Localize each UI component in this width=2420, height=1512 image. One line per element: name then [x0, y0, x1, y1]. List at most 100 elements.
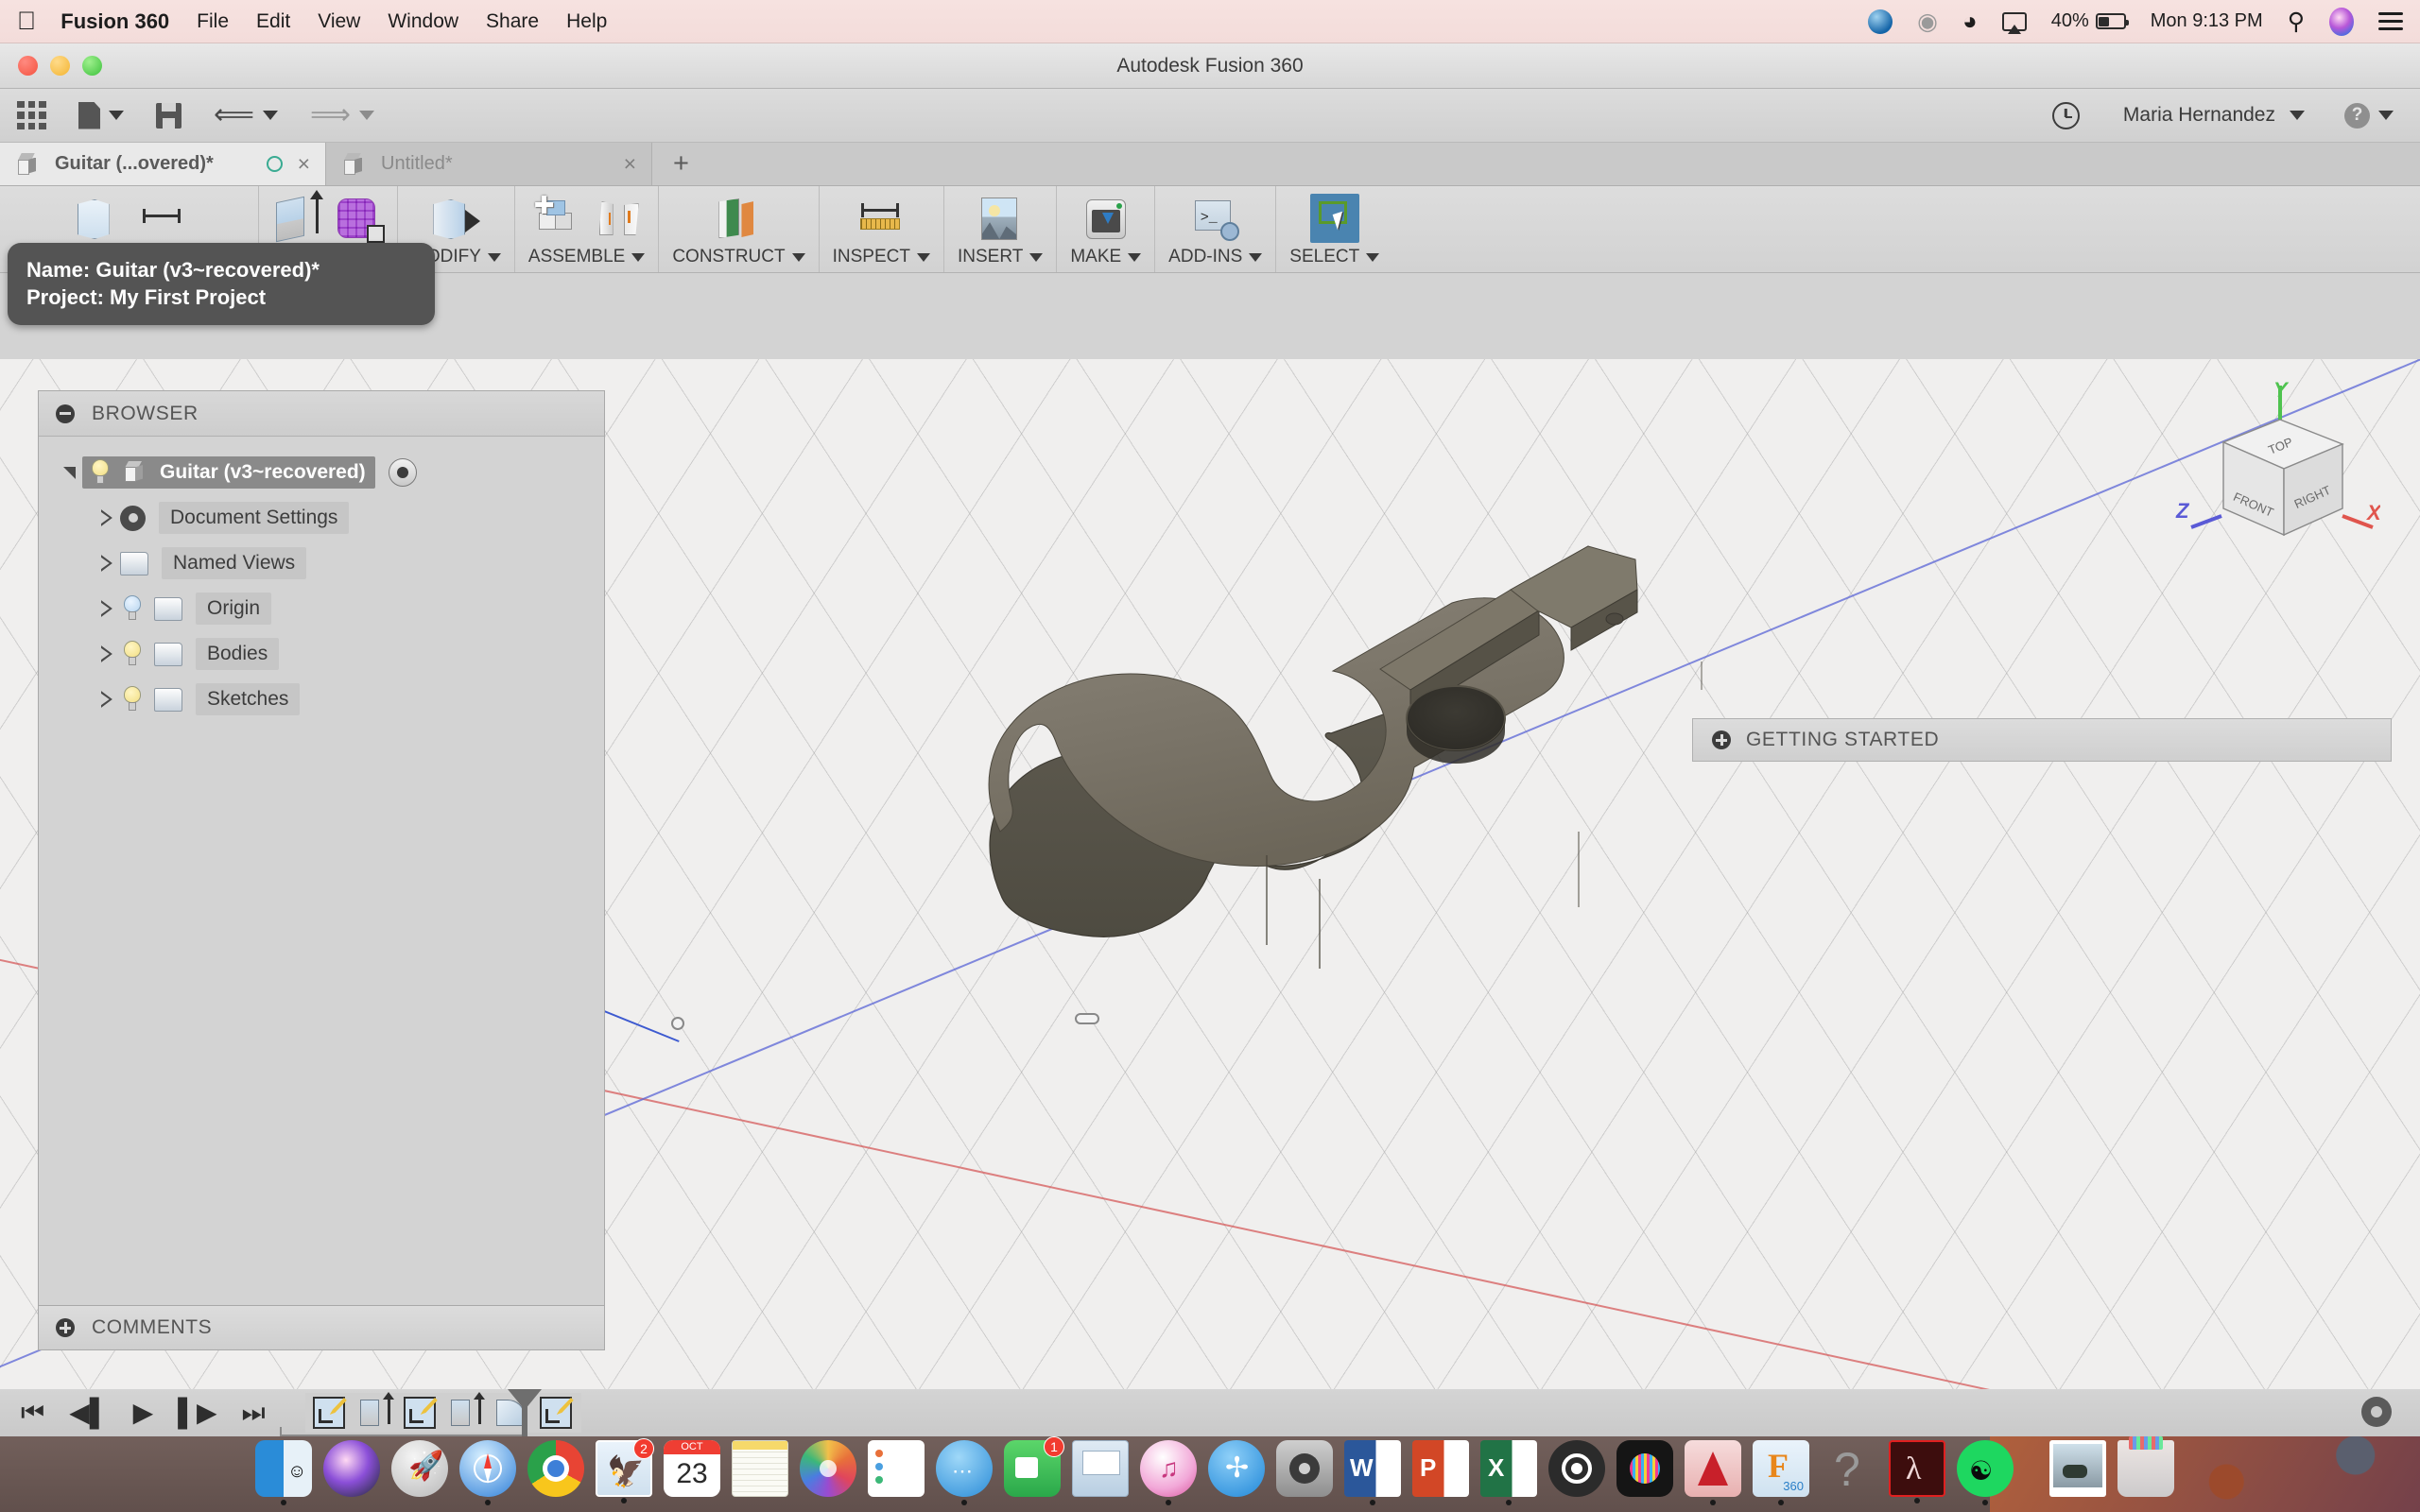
- photos-icon[interactable]: [800, 1440, 856, 1497]
- origin-handle[interactable]: [671, 1017, 684, 1030]
- minus-circle-icon[interactable]: [56, 404, 75, 423]
- timeline-feature-sketch[interactable]: [311, 1396, 349, 1430]
- user-name-label[interactable]: Maria Hernandez: [2123, 104, 2275, 127]
- tree-row-sketches[interactable]: Sketches: [39, 677, 604, 722]
- launchpad-icon[interactable]: 🚀: [391, 1440, 448, 1497]
- chevron-down-icon[interactable]: [1029, 252, 1044, 262]
- light-bulb-icon[interactable]: [120, 594, 145, 623]
- ribbon-label-insert[interactable]: INSERT: [958, 247, 1044, 267]
- menu-item-window[interactable]: Window: [388, 10, 458, 33]
- itunes-icon[interactable]: ♫: [1140, 1440, 1197, 1505]
- reminders-icon[interactable]: [868, 1440, 925, 1497]
- ribbon-label-inspect[interactable]: INSPECT: [833, 247, 930, 267]
- expand-collapse-icon[interactable]: [94, 600, 120, 617]
- ribbon-group-add-ins[interactable]: ADD-INS: [1155, 186, 1277, 272]
- expand-collapse-icon[interactable]: [56, 466, 82, 479]
- go-to-beginning-icon[interactable]: ⏮: [21, 1400, 44, 1426]
- ribbon-label-construct[interactable]: CONSTRUCT: [672, 247, 805, 267]
- wifi-icon[interactable]: ◕: [1962, 7, 1978, 36]
- browser-header[interactable]: BROWSER: [39, 391, 604, 437]
- light-bulb-icon[interactable]: [120, 685, 145, 713]
- menu-bar-clock[interactable]: Mon 9:13 PM: [2151, 10, 2263, 32]
- close-tab-untitled-icon[interactable]: ×: [624, 151, 636, 177]
- help-icon[interactable]: ?: [2344, 102, 2370, 129]
- redo-button[interactable]: ⟹: [310, 101, 375, 129]
- fusion-360-icon[interactable]: F 360: [1753, 1440, 1809, 1505]
- press-pull-icon[interactable]: [431, 194, 481, 243]
- timeline-feature-extrude[interactable]: [356, 1392, 394, 1430]
- tab-untitled[interactable]: Untitled* ×: [326, 143, 652, 185]
- ribbon-group-inspect[interactable]: INSPECT: [820, 186, 944, 272]
- ribbon-group-construct[interactable]: CONSTRUCT: [659, 186, 820, 272]
- spotify-icon[interactable]: ☯: [1957, 1440, 2014, 1505]
- light-bulb-icon[interactable]: [88, 458, 112, 487]
- menu-item-help[interactable]: Help: [566, 10, 607, 33]
- calendar-icon[interactable]: OCT 23: [664, 1440, 720, 1497]
- timeline-feature-sketch[interactable]: [538, 1396, 576, 1430]
- system-preferences-icon[interactable]: [1276, 1440, 1333, 1497]
- offset-plane-icon[interactable]: [714, 194, 763, 243]
- select-tool-icon[interactable]: [1309, 194, 1359, 243]
- timeline-feature-sketch[interactable]: [402, 1396, 440, 1430]
- view-cube[interactable]: TOP FRONT RIGHT X Z Y: [2163, 376, 2382, 575]
- djay-icon[interactable]: [1616, 1440, 1673, 1497]
- root-selected-bar[interactable]: Guitar (v3~recovered): [82, 456, 375, 489]
- chevron-down-icon[interactable]: [487, 252, 501, 262]
- new-tab-button[interactable]: +: [652, 143, 710, 185]
- chevron-down-icon[interactable]: [631, 252, 646, 262]
- plus-circle-icon[interactable]: [1712, 730, 1731, 749]
- chevron-down-icon[interactable]: [1366, 252, 1380, 262]
- ribbon-label-make[interactable]: MAKE: [1070, 247, 1142, 267]
- powerpoint-icon[interactable]: P: [1412, 1440, 1469, 1497]
- new-document-caret-icon[interactable]: [109, 111, 124, 120]
- plus-circle-icon[interactable]: [56, 1318, 75, 1337]
- siri-icon[interactable]: [2329, 7, 2354, 36]
- tree-row-bodies[interactable]: Bodies: [39, 631, 604, 677]
- step-back-icon[interactable]: ◀▌: [69, 1400, 108, 1426]
- menu-item-edit[interactable]: Edit: [256, 10, 290, 33]
- safari-icon[interactable]: [459, 1440, 516, 1505]
- photo-file-icon[interactable]: [2049, 1440, 2106, 1497]
- expand-collapse-icon[interactable]: [94, 645, 120, 662]
- trash-icon[interactable]: [2118, 1436, 2174, 1497]
- chevron-down-icon[interactable]: [916, 252, 930, 262]
- chevron-down-icon[interactable]: [791, 252, 805, 262]
- construction-handle[interactable]: [1075, 1013, 1099, 1024]
- 3d-print-icon[interactable]: [1081, 194, 1131, 243]
- excel-icon[interactable]: X: [1480, 1440, 1537, 1505]
- timeline-feature-extrude[interactable]: [447, 1392, 485, 1430]
- undo-caret-icon[interactable]: [263, 111, 279, 120]
- user-menu-caret-icon[interactable]: [2290, 111, 2305, 120]
- messages-icon[interactable]: ⋯: [936, 1440, 993, 1505]
- comments-panel[interactable]: COMMENTS: [38, 1305, 605, 1350]
- apple-menu-icon[interactable]: : [17, 9, 36, 34]
- expand-collapse-icon[interactable]: [94, 691, 120, 708]
- word-icon[interactable]: W: [1344, 1440, 1401, 1505]
- ribbon-group-insert[interactable]: INSERT: [944, 186, 1058, 272]
- menu-item-fusion-360[interactable]: Fusion 360: [60, 9, 169, 34]
- step-forward-icon[interactable]: ▌▶: [178, 1400, 216, 1426]
- chrome-icon[interactable]: [527, 1440, 584, 1497]
- redo-caret-icon[interactable]: [359, 111, 375, 120]
- tree-row-named-views[interactable]: Named Views: [39, 541, 604, 586]
- guitar-body-3d-model[interactable]: [983, 378, 1853, 983]
- expand-collapse-icon[interactable]: [94, 509, 120, 526]
- keynote-icon[interactable]: [1072, 1440, 1129, 1497]
- component-activate-radio[interactable]: [388, 458, 417, 487]
- light-bulb-icon[interactable]: [120, 640, 145, 668]
- timeline-playhead-marker[interactable]: [508, 1389, 542, 1436]
- clock-icon[interactable]: [2051, 101, 2080, 129]
- finder-icon[interactable]: ☺: [255, 1440, 312, 1505]
- question-mark-icon[interactable]: ?: [1821, 1440, 1877, 1497]
- extrude-icon[interactable]: [272, 190, 323, 243]
- spotlight-search-icon[interactable]: ⚲: [2288, 8, 2305, 36]
- getting-started-panel[interactable]: GETTING STARTED: [1692, 718, 2392, 762]
- play-icon[interactable]: ▶: [133, 1400, 154, 1426]
- ableton-icon[interactable]: [1548, 1440, 1605, 1497]
- battery-status[interactable]: 40%: [2051, 10, 2129, 32]
- app-grid-icon[interactable]: [17, 100, 46, 130]
- ribbon-group-assemble[interactable]: ✚ ASSEMBLE: [515, 186, 660, 272]
- facetime-icon[interactable]: 1: [1004, 1436, 1064, 1497]
- expand-collapse-icon[interactable]: [94, 555, 120, 572]
- tab-guitar[interactable]: Guitar (...overed)* ×: [0, 143, 326, 185]
